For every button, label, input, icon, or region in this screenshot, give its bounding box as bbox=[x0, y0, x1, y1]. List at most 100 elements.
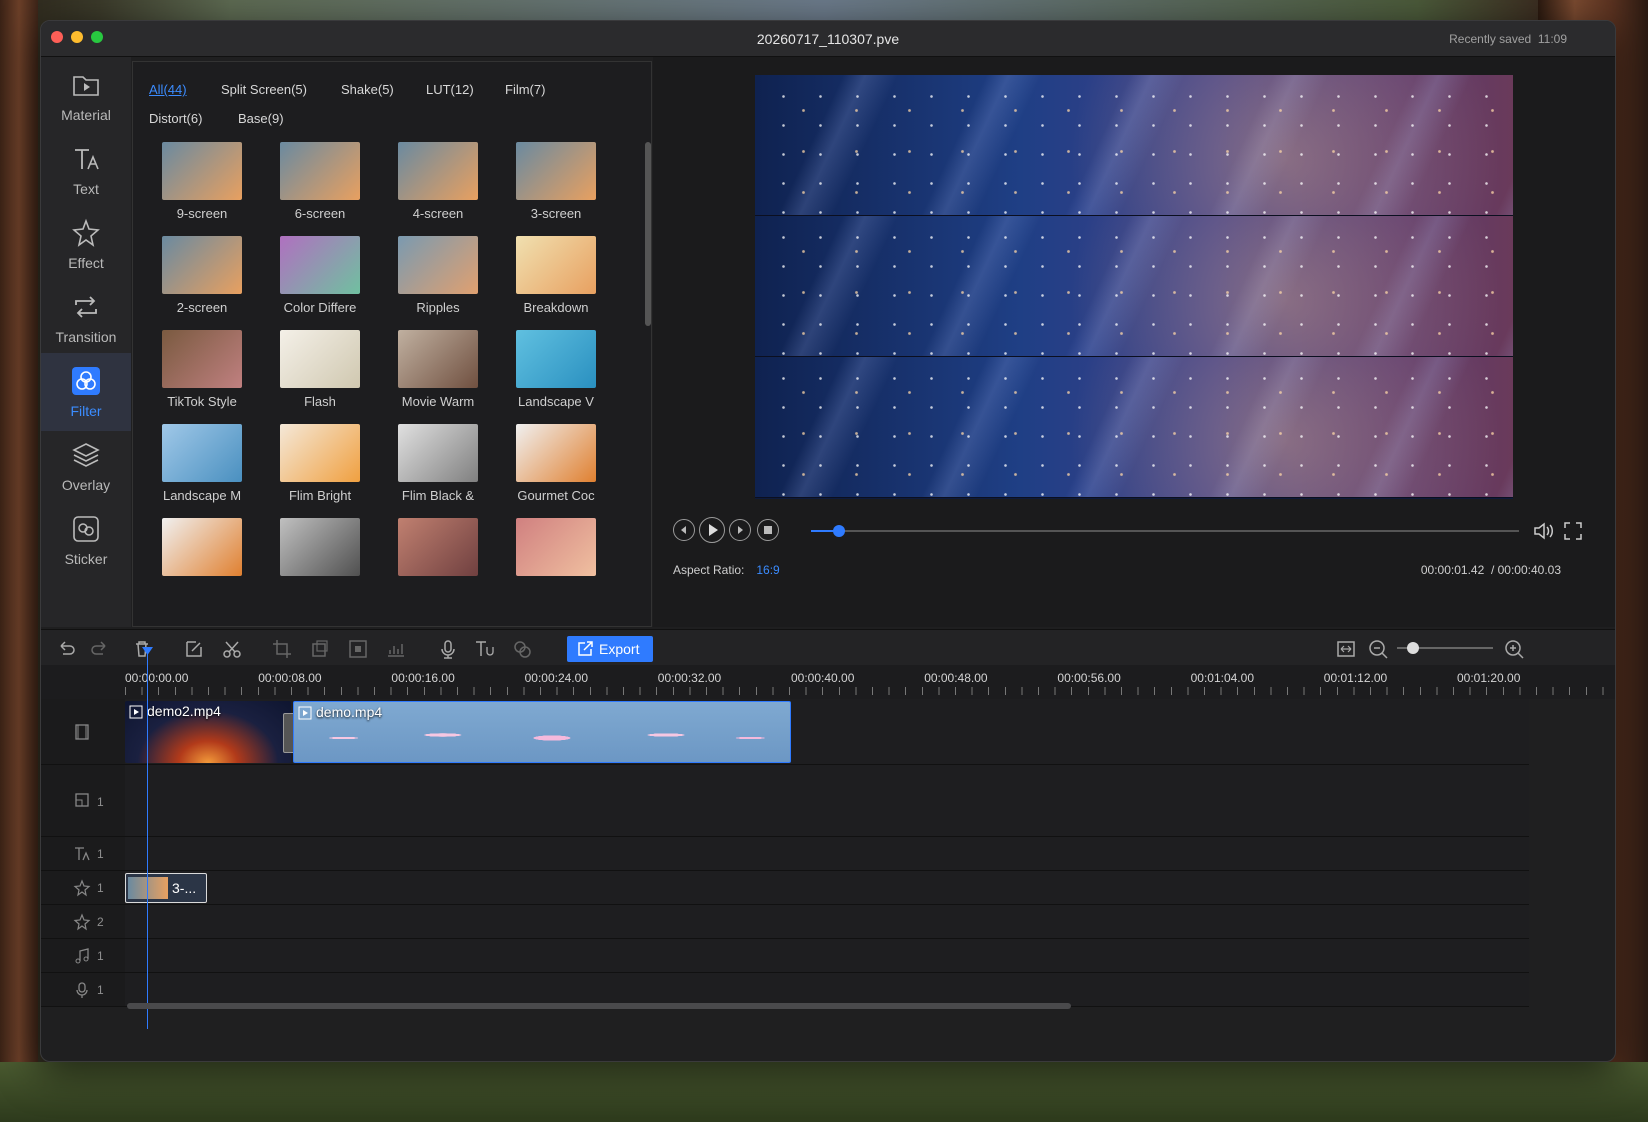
filter-item[interactable]: 4-screen bbox=[379, 142, 497, 236]
video-clip-demo2[interactable]: demo2.mp4 bbox=[125, 701, 291, 763]
zoom-in-icon[interactable] bbox=[1503, 638, 1525, 660]
filter-item[interactable]: Ripples bbox=[379, 236, 497, 330]
microphone-record-icon[interactable] bbox=[437, 638, 459, 660]
filter-item[interactable]: 2-screen bbox=[143, 236, 261, 330]
zoom-knob[interactable] bbox=[1407, 642, 1419, 654]
crop-icon[interactable] bbox=[271, 638, 293, 660]
filter-thumbnail bbox=[280, 330, 360, 388]
filter-item[interactable]: Landscape M bbox=[143, 424, 261, 518]
filter-item[interactable]: 6-screen bbox=[261, 142, 379, 236]
filter-label: Movie Warm bbox=[401, 394, 475, 409]
filter-thumbnail bbox=[280, 142, 360, 200]
music-track-1: 1 bbox=[41, 939, 1529, 973]
playback-controls bbox=[673, 517, 1603, 543]
filter-item[interactable]: Flim Bright bbox=[261, 424, 379, 518]
filter-thumbnail bbox=[398, 330, 478, 388]
sidebar-item-overlay[interactable]: Overlay bbox=[41, 427, 131, 505]
sidebar-item-filter[interactable]: Filter bbox=[41, 353, 131, 431]
sidebar-item-effect[interactable]: Effect bbox=[41, 205, 131, 283]
filter-item[interactable] bbox=[379, 518, 497, 612]
export-button[interactable]: Export bbox=[567, 636, 653, 662]
filter-label: 3-screen bbox=[530, 206, 582, 221]
track-header: 2 bbox=[41, 905, 125, 938]
tab-film[interactable]: Film(7) bbox=[505, 82, 545, 97]
tab-shake[interactable]: Shake(5) bbox=[341, 82, 394, 97]
filter-item[interactable]: Landscape V bbox=[497, 330, 615, 424]
filter-item[interactable]: 9-screen bbox=[143, 142, 261, 236]
text-icon bbox=[75, 149, 99, 170]
stop-button[interactable] bbox=[757, 519, 779, 541]
sidebar-item-material[interactable]: Material bbox=[41, 57, 131, 135]
zoom-out-icon[interactable] bbox=[1367, 638, 1389, 660]
voice-track-1: 1 bbox=[41, 973, 1529, 1007]
timeline-ruler[interactable]: 00:00:00.00 00:00:08.00 00:00:16.00 00:00:2… bbox=[41, 665, 1615, 699]
aspect-ratio: Aspect Ratio: 16:9 bbox=[673, 563, 780, 577]
filter-thumbnail bbox=[398, 424, 478, 482]
sidebar-item-label: Filter bbox=[70, 403, 102, 419]
filter-item[interactable]: Color Differe bbox=[261, 236, 379, 330]
sidebar-item-transition[interactable]: Transition bbox=[41, 279, 131, 357]
progress-knob[interactable] bbox=[833, 525, 846, 537]
filter-item[interactable]: 3-screen bbox=[497, 142, 615, 236]
tab-distort[interactable]: Distort(6) bbox=[149, 111, 202, 126]
video-clip-demo[interactable]: demo.mp4 bbox=[293, 701, 791, 763]
filter-item[interactable]: TikTok Style bbox=[143, 330, 261, 424]
text-to-speech-icon[interactable] bbox=[473, 638, 495, 660]
effect-track-2: 2 bbox=[41, 905, 1529, 939]
previous-frame-button[interactable] bbox=[673, 519, 695, 541]
filter-thumbnail bbox=[516, 330, 596, 388]
filter-label: Color Differe bbox=[283, 300, 357, 315]
ruler-time-label: 00:00:32.00 bbox=[657, 671, 722, 685]
aspect-ratio-value[interactable]: 16:9 bbox=[756, 563, 779, 577]
undo-icon[interactable] bbox=[55, 638, 77, 660]
next-frame-button[interactable] bbox=[729, 519, 751, 541]
audio-levels-icon[interactable] bbox=[385, 638, 407, 660]
scissors-icon[interactable] bbox=[221, 638, 243, 660]
track-number: 1 bbox=[97, 983, 104, 997]
fullscreen-icon[interactable] bbox=[1561, 519, 1585, 543]
effect-track-icon bbox=[73, 913, 91, 931]
sidebar-item-sticker[interactable]: Sticker bbox=[41, 501, 131, 579]
fit-timeline-icon[interactable] bbox=[1335, 638, 1357, 660]
volume-icon[interactable] bbox=[1531, 519, 1555, 543]
filter-panel-scrollbar[interactable] bbox=[645, 142, 651, 326]
tab-base[interactable]: Base(9) bbox=[238, 111, 284, 126]
filter-item[interactable] bbox=[261, 518, 379, 612]
video-clip-icon bbox=[298, 706, 312, 720]
filter-item[interactable]: Movie Warm bbox=[379, 330, 497, 424]
redo-icon[interactable] bbox=[89, 638, 111, 660]
ruler-time-label: 00:00:24.00 bbox=[524, 671, 588, 685]
voice-changer-icon[interactable] bbox=[511, 638, 533, 660]
filter-label: 9-screen bbox=[176, 206, 228, 221]
play-button[interactable] bbox=[699, 517, 725, 543]
effect-clip[interactable]: 3-... bbox=[125, 873, 207, 903]
music-note-icon bbox=[75, 948, 89, 964]
sidebar-item-text[interactable]: Text bbox=[41, 131, 131, 209]
filter-item[interactable] bbox=[143, 518, 261, 612]
save-status-time: 11:09 bbox=[1537, 32, 1567, 46]
ruler-time-label: 00:01:12.00 bbox=[1323, 671, 1388, 685]
tab-all[interactable]: All(44) bbox=[149, 82, 187, 97]
timeline-horizontal-scrollbar[interactable] bbox=[127, 1003, 1071, 1009]
video-clip-icon bbox=[129, 705, 143, 719]
filter-item[interactable]: Flash bbox=[261, 330, 379, 424]
filter-thumbnail bbox=[280, 518, 360, 576]
sidebar-item-label: Transition bbox=[55, 329, 117, 345]
video-track: demo2.mp4 demo.mp4 bbox=[41, 699, 1529, 765]
duplicate-icon[interactable] bbox=[309, 638, 331, 660]
playback-progress-bar[interactable] bbox=[811, 525, 1519, 537]
clip-title: demo2.mp4 bbox=[147, 703, 221, 719]
layers-icon bbox=[72, 443, 100, 467]
filter-item[interactable]: Breakdown bbox=[497, 236, 615, 330]
timeline-zoom-slider[interactable] bbox=[1397, 642, 1493, 654]
text-track-1: 1 bbox=[41, 837, 1529, 871]
playhead[interactable] bbox=[147, 649, 148, 1029]
edit-icon[interactable] bbox=[183, 638, 205, 660]
filter-item[interactable] bbox=[497, 518, 615, 612]
tab-split-screen[interactable]: Split Screen(5) bbox=[221, 82, 307, 97]
tab-lut[interactable]: LUT(12) bbox=[426, 82, 474, 97]
filter-item[interactable]: Flim Black & bbox=[379, 424, 497, 518]
filter-thumbnail bbox=[516, 142, 596, 200]
mosaic-icon[interactable] bbox=[347, 638, 369, 660]
filter-item[interactable]: Gourmet Coc bbox=[497, 424, 615, 518]
